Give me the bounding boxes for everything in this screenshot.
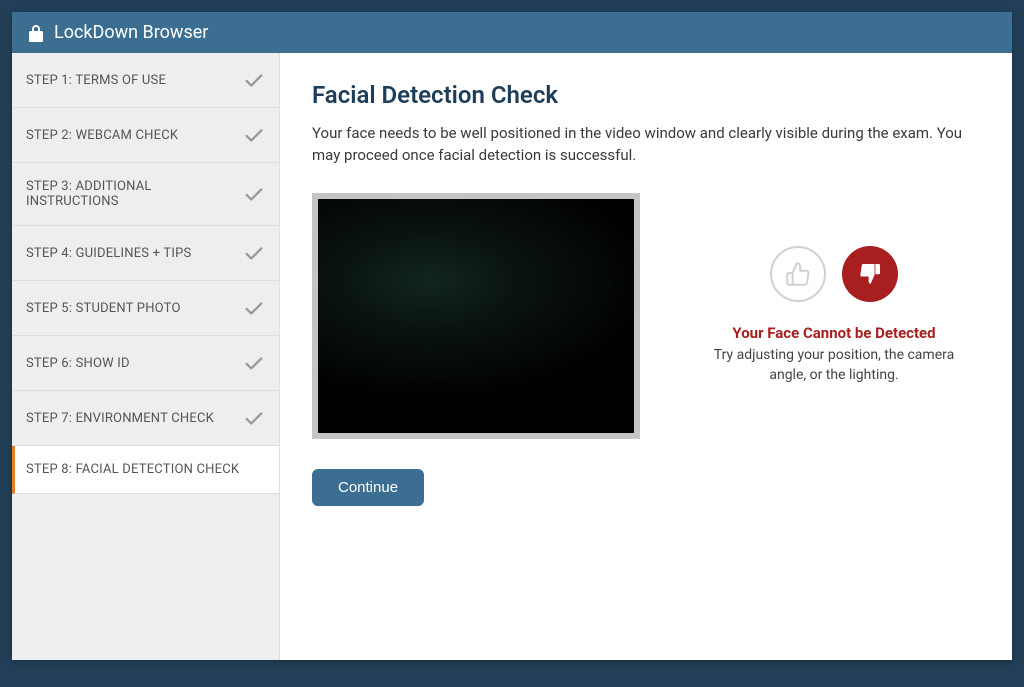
checkmark-icon	[243, 69, 265, 91]
sidebar-item-step1[interactable]: STEP 1: TERMS OF USE	[12, 53, 279, 108]
sidebar-item-label: STEP 8: FACIAL DETECTION CHECK	[26, 462, 239, 477]
app-title: LockDown Browser	[54, 22, 208, 43]
actions-row: Continue	[312, 469, 980, 506]
page-description: Your face needs to be well positioned in…	[312, 123, 980, 167]
checkmark-icon	[243, 242, 265, 264]
status-heading: Your Face Cannot be Detected	[699, 324, 969, 342]
sidebar-item-step2[interactable]: STEP 2: WEBCAM CHECK	[12, 108, 279, 163]
sidebar-item-step5[interactable]: STEP 5: STUDENT PHOTO	[12, 281, 279, 336]
sidebar-item-step3[interactable]: STEP 3: ADDITIONAL INSTRUCTIONS	[12, 163, 279, 226]
sidebar: STEP 1: TERMS OF USE STEP 2: WEBCAM CHEC…	[12, 53, 280, 660]
sidebar-item-step4[interactable]: STEP 4: GUIDELINES + TIPS	[12, 226, 279, 281]
sidebar-item-step7[interactable]: STEP 7: ENVIRONMENT CHECK	[12, 391, 279, 446]
sidebar-item-label: STEP 7: ENVIRONMENT CHECK	[26, 411, 214, 426]
app-window: LockDown Browser STEP 1: TERMS OF USE ST…	[12, 12, 1012, 660]
checkmark-icon	[243, 407, 265, 429]
sidebar-item-step8[interactable]: STEP 8: FACIAL DETECTION CHECK	[12, 446, 279, 494]
checkmark-icon	[243, 297, 265, 319]
page-title: Facial Detection Check	[312, 81, 980, 109]
sidebar-item-label: STEP 4: GUIDELINES + TIPS	[26, 246, 191, 261]
status-text: Try adjusting your position, the camera …	[699, 346, 969, 385]
checkmark-icon	[243, 352, 265, 374]
sidebar-item-step6[interactable]: STEP 6: SHOW ID	[12, 336, 279, 391]
titlebar: LockDown Browser	[12, 12, 1012, 53]
continue-button[interactable]: Continue	[312, 469, 424, 506]
webcam-preview	[312, 193, 640, 439]
thumbs-up-icon	[770, 246, 826, 302]
checkmark-icon	[243, 183, 265, 205]
lock-icon	[28, 24, 44, 42]
content-area: Facial Detection Check Your face needs t…	[280, 53, 1012, 660]
thumbs-row	[699, 246, 969, 302]
sidebar-item-label: STEP 1: TERMS OF USE	[26, 73, 166, 88]
sidebar-item-label: STEP 5: STUDENT PHOTO	[26, 301, 181, 316]
thumbs-down-icon	[842, 246, 898, 302]
detection-status-panel: Your Face Cannot be Detected Try adjusti…	[699, 246, 969, 385]
main-body: STEP 1: TERMS OF USE STEP 2: WEBCAM CHEC…	[12, 53, 1012, 660]
sidebar-item-label: STEP 2: WEBCAM CHECK	[26, 128, 178, 143]
media-row: Your Face Cannot be Detected Try adjusti…	[312, 193, 980, 439]
checkmark-icon	[243, 124, 265, 146]
sidebar-item-label: STEP 6: SHOW ID	[26, 356, 130, 371]
sidebar-item-label: STEP 3: ADDITIONAL INSTRUCTIONS	[26, 179, 243, 209]
